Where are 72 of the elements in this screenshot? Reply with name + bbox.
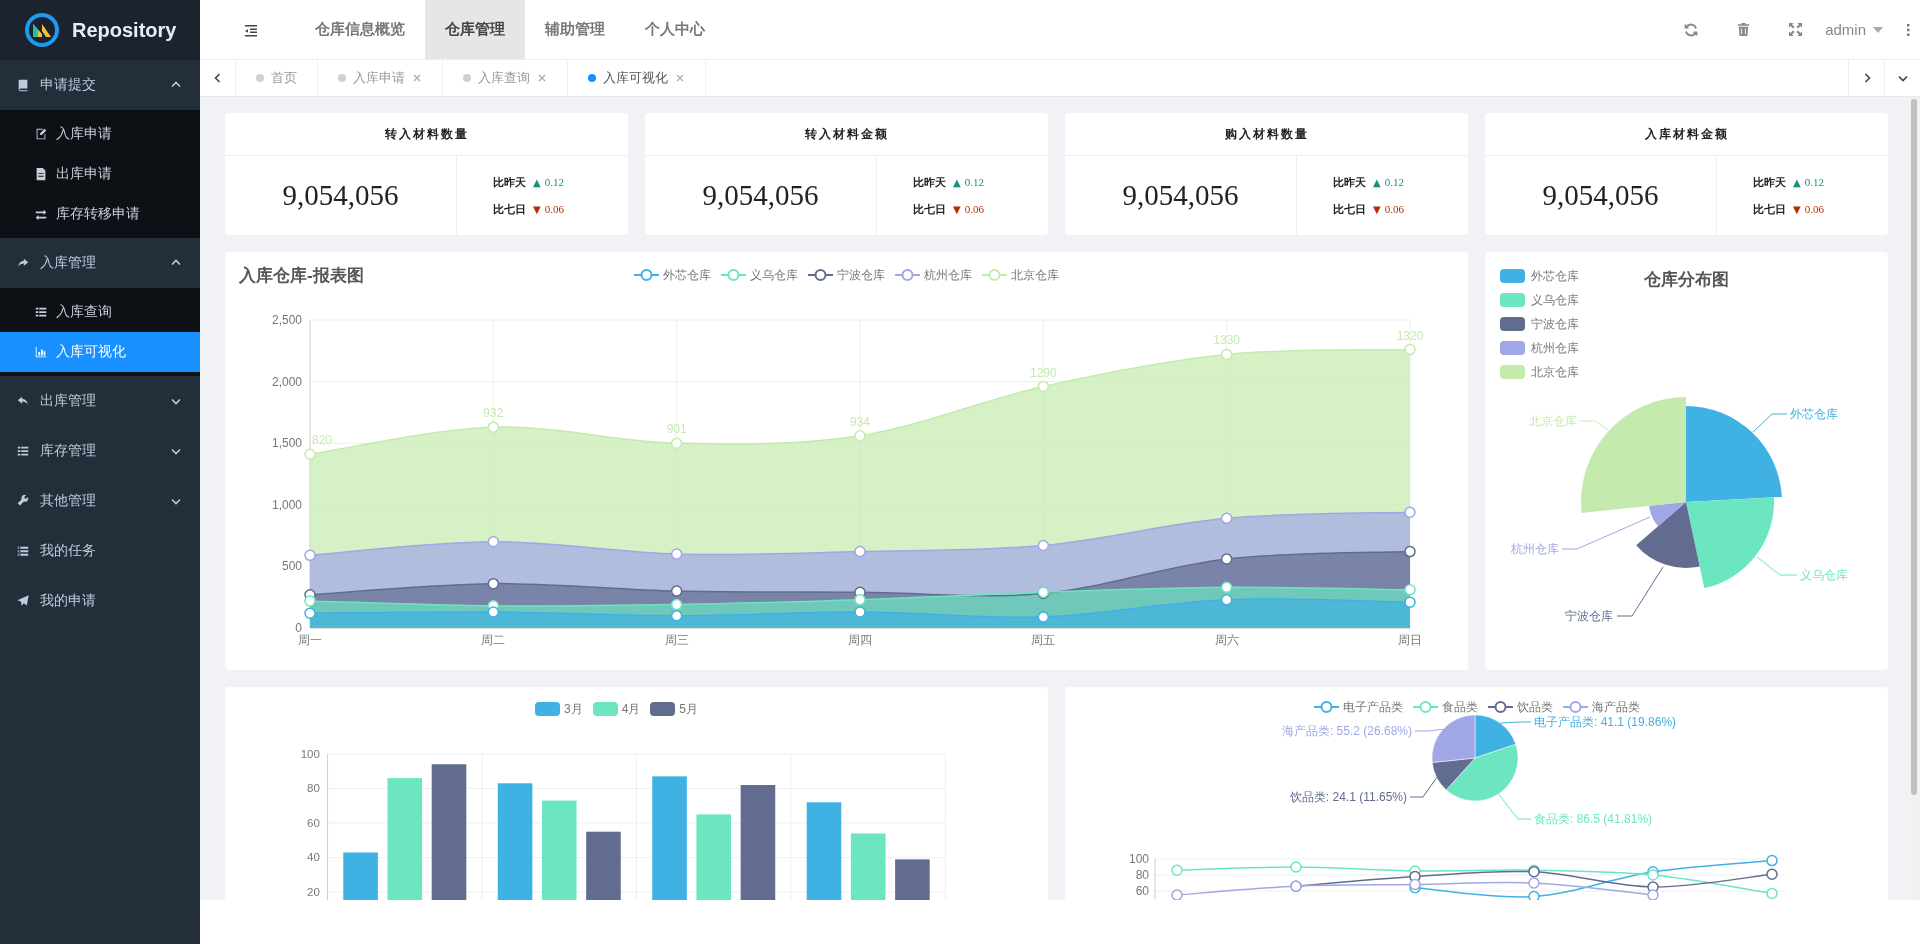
data-label: 1330 xyxy=(1213,333,1240,348)
card-title: 转入材料金额 xyxy=(645,113,1048,156)
slice-label: 杭州仓库 xyxy=(1511,542,1559,556)
axis-label: 周五 xyxy=(1031,633,1056,647)
data-label: 1320 xyxy=(1396,328,1424,343)
data-label: 932 xyxy=(483,406,504,421)
axis-label: 60 xyxy=(307,816,320,829)
axis-label: 2,500 xyxy=(271,313,302,327)
chart-title: 仓库分布图 xyxy=(1644,269,1729,291)
axis-label: 0 xyxy=(295,621,302,635)
compare-label: 比七日 xyxy=(1753,201,1786,217)
compare-label: 比昨天 xyxy=(913,174,946,190)
trend-arrow: ▲ xyxy=(1793,176,1801,188)
compare-label: 比昨天 xyxy=(1753,174,1786,190)
axis-label: 100 xyxy=(300,747,320,760)
axis-label: 周三 xyxy=(664,633,689,647)
compare-value: 0.06 xyxy=(1804,203,1824,215)
compare-value: 0.12 xyxy=(964,176,984,188)
axis-label: 2,000 xyxy=(271,374,302,389)
compare-label: 比昨天 xyxy=(493,174,526,190)
axis-label: 1,500 xyxy=(271,436,302,451)
app-name: Repository xyxy=(72,18,177,42)
card-title: 入库材料金额 xyxy=(1485,113,1888,156)
axis-label: 60 xyxy=(1135,884,1149,898)
axis-label: 40 xyxy=(307,851,320,864)
axis-label: 周日 xyxy=(1398,633,1422,647)
trend-arrow: ▼ xyxy=(953,203,961,215)
trend-arrow: ▼ xyxy=(1793,203,1801,215)
compare-value: 0.12 xyxy=(1804,176,1824,188)
chart-title: 入库仓库-报表图 xyxy=(238,264,364,287)
card-title: 转入材料数量 xyxy=(225,113,628,156)
stat-value: 9,054,056 xyxy=(225,156,457,235)
axis-label: 500 xyxy=(281,559,302,574)
axis-label: 周一 xyxy=(298,633,322,647)
data-label: 934 xyxy=(850,414,870,429)
axis-label: 80 xyxy=(307,782,320,795)
axis-label: 周四 xyxy=(848,633,872,647)
data-label: 1290 xyxy=(1030,365,1057,380)
slice-label: 北京仓库 xyxy=(1529,414,1577,428)
slice-label: 电子产品类: 41.1 (19.86%) xyxy=(1534,715,1677,729)
trend-arrow: ▲ xyxy=(1373,176,1381,188)
compare-value: 0.06 xyxy=(964,203,984,215)
compare-label: 比七日 xyxy=(1333,201,1366,217)
slice-label: 海产品类: 55.2 (26.68%) xyxy=(1281,724,1412,738)
slice-label: 义乌仓库 xyxy=(1800,568,1848,582)
compare-label: 比昨天 xyxy=(1333,174,1366,190)
stat-value: 9,054,056 xyxy=(1065,156,1297,235)
card-title: 购入材料数量 xyxy=(1065,113,1468,156)
trend-arrow: ▼ xyxy=(1373,203,1381,215)
slice-label: 宁波仓库 xyxy=(1565,609,1613,623)
compare-value: 0.06 xyxy=(544,203,564,215)
trend-arrow: ▲ xyxy=(533,176,541,188)
axis-label: 周六 xyxy=(1214,633,1239,647)
stat-value: 9,054,056 xyxy=(645,156,877,235)
slice-label: 食品类: 86.5 (41.81%) xyxy=(1534,812,1653,826)
compare-value: 0.12 xyxy=(1384,176,1404,188)
slice-label: 饮品类: 24.1 (11.65%) xyxy=(1289,790,1407,804)
trend-arrow: ▲ xyxy=(953,176,961,188)
axis-label: 1,000 xyxy=(271,497,302,512)
compare-label: 比七日 xyxy=(493,201,526,217)
axis-label: 周二 xyxy=(481,633,506,647)
stat-value: 9,054,056 xyxy=(1485,156,1717,235)
slice-label: 外芯仓库 xyxy=(1790,407,1838,421)
trend-arrow: ▼ xyxy=(533,203,541,215)
data-label: 901 xyxy=(666,422,687,437)
compare-value: 0.06 xyxy=(1384,203,1404,215)
axis-label: 20 xyxy=(307,886,320,899)
data-label: 820 xyxy=(312,433,332,448)
axis-label: 100 xyxy=(1128,852,1149,866)
compare-value: 0.12 xyxy=(544,176,564,188)
axis-label: 80 xyxy=(1135,868,1149,882)
compare-label: 比七日 xyxy=(913,201,946,217)
